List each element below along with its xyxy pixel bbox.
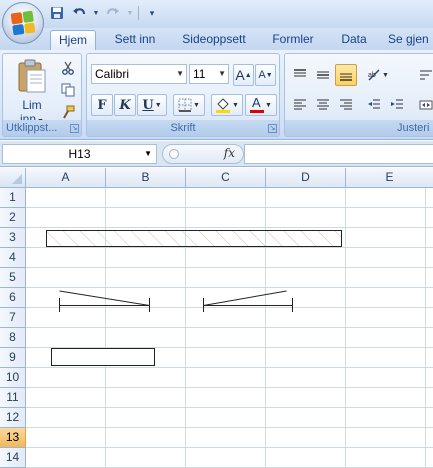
- font-size-value: 11: [193, 67, 206, 81]
- align-middle-icon: [317, 71, 329, 79]
- redo-icon[interactable]: [104, 4, 122, 22]
- tab-se-gjennom[interactable]: Se gjen: [388, 30, 433, 50]
- font-color-letter: A: [252, 95, 261, 110]
- quick-access-toolbar: ▼ ▼ ▾: [48, 4, 161, 22]
- font-color-swatch: [250, 110, 265, 113]
- undo-icon[interactable]: [70, 4, 88, 22]
- merge-center-icon: [419, 100, 433, 110]
- copy-icon[interactable]: [57, 79, 79, 101]
- dimension-right-shape[interactable]: [203, 290, 293, 312]
- orientation-button[interactable]: ab ▼: [363, 64, 393, 86]
- font-size-dropdown[interactable]: 11 ▼: [189, 64, 229, 84]
- undo-dropdown-icon[interactable]: ▼: [92, 4, 100, 22]
- customize-icon[interactable]: ▾: [143, 4, 161, 22]
- svg-text:ab: ab: [368, 72, 376, 79]
- tab-data[interactable]: Data: [334, 30, 374, 50]
- fill-color-button[interactable]: ▼: [211, 94, 243, 116]
- office-button[interactable]: [2, 2, 44, 44]
- ribbon-tabs: Hjem Sett inn Sideoppsett Formler Data S…: [0, 28, 433, 50]
- font-name-value: Calibri: [95, 67, 130, 81]
- tab-formler[interactable]: Formler: [266, 30, 320, 50]
- hatched-rectangle-shape[interactable]: [46, 230, 342, 247]
- decrease-indent-icon: [368, 99, 380, 109]
- office-logo-icon: [10, 10, 36, 36]
- decrease-indent-button[interactable]: [363, 94, 385, 116]
- align-right-button[interactable]: [335, 94, 357, 116]
- caret-down-icon: ▼: [265, 71, 273, 79]
- chevron-down-icon: ▼: [382, 71, 389, 79]
- paste-button[interactable]: Lim inn▼: [7, 56, 57, 126]
- save-icon[interactable]: [48, 4, 66, 22]
- font-group-label: Skrift: [87, 120, 279, 136]
- borders-button[interactable]: ▼: [173, 94, 205, 116]
- align-top-button[interactable]: [289, 64, 311, 86]
- clipboard-dialog-launcher-icon[interactable]: ↘: [70, 124, 79, 133]
- insert-function-icon[interactable]: fx: [224, 146, 235, 160]
- cut-icon[interactable]: [57, 57, 79, 79]
- chevron-down-icon: ▼: [176, 69, 184, 78]
- clipboard-group: Lim inn▼ Utklippst... ↘: [2, 53, 82, 137]
- alignment-group: ab ▼ Justeri: [284, 53, 433, 137]
- font-color-icon: A: [250, 95, 265, 113]
- font-color-button[interactable]: A ▼: [245, 94, 277, 116]
- chevron-down-icon: ▼: [265, 101, 272, 109]
- chevron-down-icon: ▼: [218, 69, 226, 78]
- underline-button[interactable]: U ▼: [137, 94, 167, 116]
- align-center-button[interactable]: [312, 94, 334, 116]
- paste-label: Lim: [22, 98, 42, 112]
- alignment-group-label: Justeri: [285, 120, 433, 136]
- formula-input[interactable]: [244, 144, 433, 164]
- grow-font-button[interactable]: A ▲: [233, 64, 254, 86]
- italic-button[interactable]: K: [114, 94, 136, 116]
- align-center-icon: [317, 99, 329, 110]
- orientation-icon: ab: [368, 69, 380, 81]
- align-bottom-button[interactable]: [335, 64, 357, 86]
- align-bottom-icon: [340, 73, 352, 81]
- wrap-text-icon: [420, 70, 432, 80]
- worksheet-grid[interactable]: A B C D E 1 2 3 4 5 6 7 8 9 10 11 12 13 …: [0, 168, 433, 468]
- fill-color-icon: [216, 98, 231, 113]
- caret-up-icon: ▲: [244, 71, 252, 79]
- merge-center-button[interactable]: [415, 94, 433, 116]
- title-bar: ▼ ▼ ▾: [0, 0, 433, 28]
- increase-indent-icon: [391, 99, 403, 109]
- increase-indent-button[interactable]: [386, 94, 408, 116]
- underline-icon: U: [142, 97, 154, 113]
- bold-icon: F: [97, 97, 107, 113]
- insert-function-area: fx: [162, 144, 244, 164]
- font-group: Calibri ▼ 11 ▼ A ▲ A ▼ F K U ▼ ▼ ▼ A ▼ S…: [86, 53, 280, 137]
- formula-bar-resize-icon[interactable]: [169, 149, 179, 159]
- font-dialog-launcher-icon[interactable]: ↘: [268, 124, 277, 133]
- shrink-font-icon: A: [258, 69, 266, 81]
- formula-bar: H13 ▼ fx: [0, 141, 433, 167]
- align-right-icon: [340, 99, 352, 110]
- borders-icon: [178, 98, 192, 112]
- name-box-value: H13: [68, 147, 91, 161]
- tab-hjem[interactable]: Hjem: [50, 30, 96, 50]
- chevron-down-icon: ▼: [144, 149, 152, 158]
- tab-sideoppsett[interactable]: Sideoppsett: [176, 30, 252, 50]
- italic-icon: K: [119, 97, 131, 113]
- chevron-down-icon: ▼: [193, 101, 200, 109]
- ribbon: Lim inn▼ Utklippst... ↘ Calibri ▼ 11 ▼ A…: [0, 50, 433, 140]
- chevron-down-icon: ▼: [232, 101, 239, 109]
- shrink-font-button[interactable]: A ▼: [255, 64, 276, 86]
- align-left-button[interactable]: [289, 94, 311, 116]
- name-box[interactable]: H13 ▼: [2, 144, 157, 164]
- wrap-text-button[interactable]: [415, 64, 433, 86]
- drawing-layer: [46, 230, 342, 366]
- dimension-left-shape[interactable]: [59, 290, 150, 312]
- align-top-icon: [294, 69, 306, 77]
- plain-rectangle-shape[interactable]: [51, 348, 155, 366]
- redo-dropdown-icon[interactable]: ▼: [126, 4, 134, 22]
- tab-sett-inn[interactable]: Sett inn: [106, 30, 164, 50]
- bold-button[interactable]: F: [91, 94, 113, 116]
- align-middle-button[interactable]: [312, 64, 334, 86]
- align-left-icon: [294, 99, 306, 110]
- paste-icon: [18, 59, 46, 93]
- font-name-dropdown[interactable]: Calibri ▼: [91, 64, 187, 84]
- chevron-down-icon: ▼: [154, 101, 162, 109]
- grow-font-icon: A: [235, 67, 245, 83]
- qat-separator: [138, 6, 139, 20]
